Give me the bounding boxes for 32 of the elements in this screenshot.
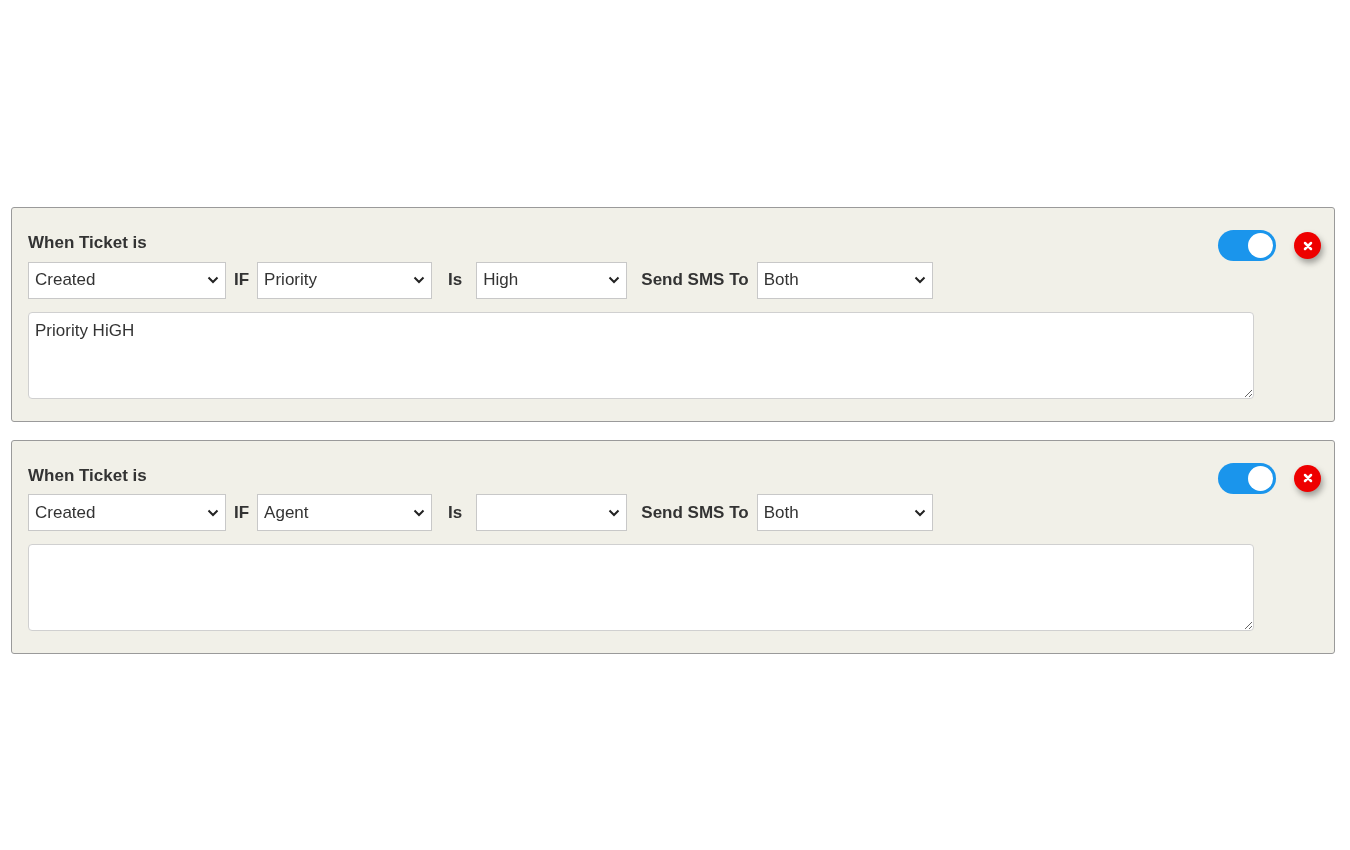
toggle-switch[interactable] [1218,462,1276,494]
chevron-icon [913,276,926,284]
dropdown[interactable]: Priority [257,261,433,299]
is-label: Is [447,501,464,524]
chevron-icon [207,276,219,284]
close-button[interactable] [1294,232,1321,259]
dropdown[interactable]: High [476,261,628,299]
close-icon [1302,473,1313,483]
if-label: IF [233,501,251,524]
is-label: Is [447,269,464,292]
if-label: IF [233,269,251,292]
dropdown[interactable]: Both [756,494,933,531]
dropdown[interactable]: Agent [257,494,433,531]
chevron-icon [913,508,926,517]
dropdown[interactable]: Created [28,261,226,299]
dropdown[interactable]: Both [756,261,933,299]
rule-heading: When Ticket is [28,232,147,254]
chevron-icon [413,276,426,284]
dropdown[interactable]: Created [28,494,226,531]
toggle-switch[interactable] [1218,230,1276,261]
message-field[interactable] [28,544,1254,631]
dropdown[interactable] [476,494,628,531]
chevron-icon [608,508,621,517]
chevron-icon [413,508,426,517]
message-field[interactable]: Priority HiGH [28,311,1254,399]
close-button[interactable] [1294,464,1321,492]
send-sms-label: Send SMS To [640,501,750,524]
close-icon [1302,240,1313,251]
chevron-icon [608,276,621,284]
send-sms-label: Send SMS To [640,269,750,292]
rule-heading: When Ticket is [28,464,147,487]
chevron-icon [207,508,219,517]
